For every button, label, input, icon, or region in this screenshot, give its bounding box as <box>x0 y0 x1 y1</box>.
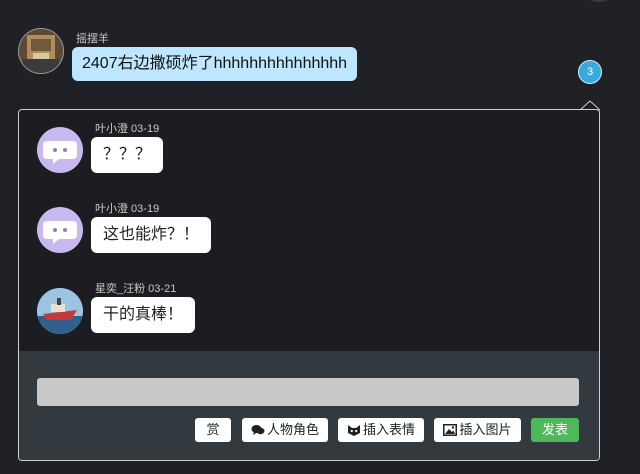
robot-avatar-icon <box>19 29 63 73</box>
post-message-bubble: 2407右边撒硕炸了hhhhhhhhhhhhhhh <box>72 47 358 81</box>
top-right-avatar-fragment <box>584 0 614 2</box>
reward-button-label: 赏 <box>206 422 220 437</box>
character-button-label: 人物角色 <box>266 422 319 437</box>
comment-input[interactable] <box>37 378 579 406</box>
post-message-text: 2407右边撒硕炸了hhhhhhhhhhhhhhh <box>82 55 348 72</box>
submit-button[interactable]: 发表 <box>531 418 579 442</box>
insert-emoji-button-label: 插入表情 <box>362 422 415 437</box>
reply-avatar[interactable] <box>37 127 83 173</box>
reward-button[interactable]: 赏 <box>195 418 231 442</box>
insert-emoji-button[interactable]: 插入表情 <box>338 418 424 442</box>
reply-bubble: 干的真棒！ <box>91 297 196 333</box>
reply-bubble: ？？？ <box>91 137 164 173</box>
image-icon <box>443 424 458 436</box>
reply-author-date: 星奕_汪粉 03-21 <box>95 283 177 295</box>
replies-panel: 叶小澄 03-19 ？？？ 叶小澄 03-19 这也能炸？！ 星奕_汪粉 03-… <box>18 109 600 461</box>
reply-avatar[interactable] <box>37 288 83 334</box>
speech-bubble-face-icon <box>43 221 77 244</box>
character-button[interactable]: 人物角色 <box>242 418 328 442</box>
reply-avatar[interactable] <box>37 207 83 253</box>
ship-photo-avatar <box>37 288 83 334</box>
submit-button-label: 发表 <box>541 422 568 437</box>
speech-bubble-face-icon <box>43 141 77 164</box>
post-avatar[interactable] <box>18 28 64 74</box>
chat-bubbles-icon <box>251 425 265 435</box>
reply-count-badge[interactable]: 3 <box>578 60 602 84</box>
insert-image-button-label: 插入图片 <box>459 422 512 437</box>
post-username: 摇摆羊 <box>76 33 109 45</box>
reply-bubble: 这也能炸？！ <box>91 217 212 253</box>
reply-author-date: 叶小澄 03-19 <box>95 123 160 135</box>
insert-image-button[interactable]: 插入图片 <box>434 418 521 442</box>
reply-author-date: 叶小澄 03-19 <box>95 203 160 215</box>
cat-face-icon <box>347 424 360 436</box>
reply-count-value: 3 <box>586 66 594 78</box>
